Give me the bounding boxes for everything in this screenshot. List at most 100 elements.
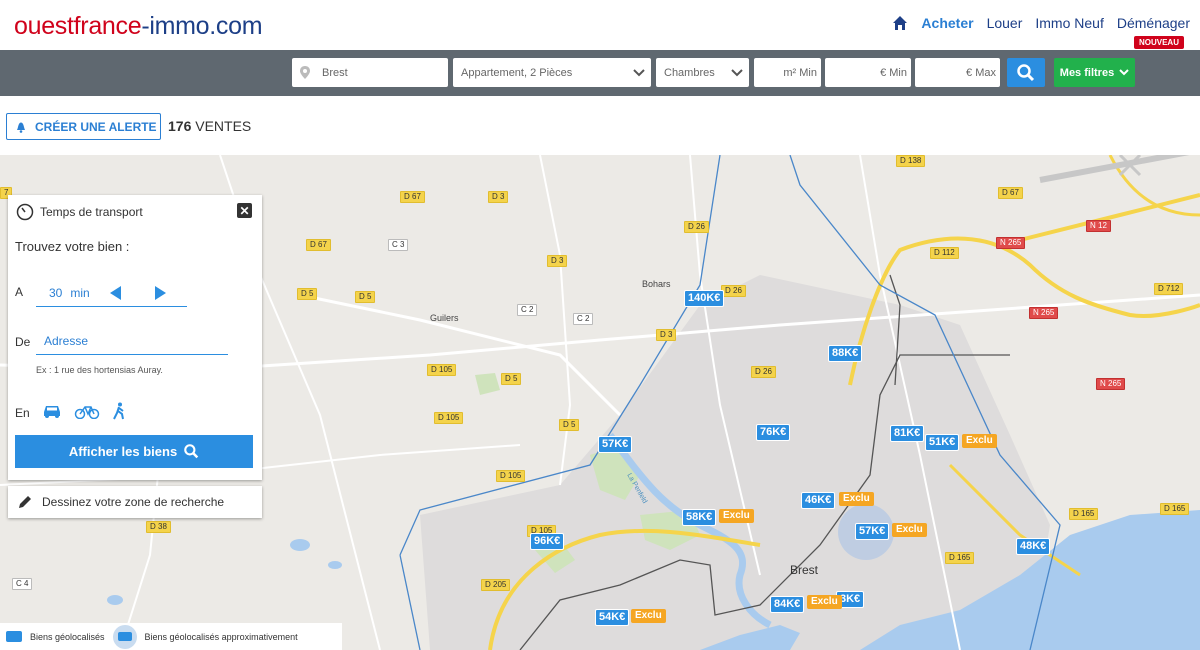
results-count: 176 VENTES bbox=[168, 118, 252, 134]
price-marker[interactable]: 57K€ bbox=[598, 436, 633, 453]
road-label: N 265 bbox=[1096, 378, 1126, 390]
location-input[interactable]: Brest bbox=[292, 58, 448, 87]
price-marker[interactable]: 51K€ bbox=[925, 434, 960, 451]
price-marker[interactable]: 57K€ bbox=[855, 523, 890, 540]
transport-time-panel: Temps de transport ✕ Trouvez votre bien … bbox=[8, 195, 262, 480]
price-marker[interactable]: 46K€ bbox=[801, 492, 836, 509]
road-label: D 712 bbox=[1154, 283, 1184, 295]
filters-button[interactable]: Mes filtres bbox=[1054, 58, 1135, 87]
increase-arrow-icon[interactable] bbox=[154, 285, 166, 300]
label-en: En bbox=[15, 406, 30, 420]
chevron-down-icon bbox=[1119, 69, 1129, 76]
price-marker[interactable]: 140K€ bbox=[684, 290, 725, 307]
price-max-input[interactable]: € Max bbox=[915, 58, 1000, 87]
address-example: Ex : 1 rue des hortensias Auray. bbox=[36, 365, 163, 375]
road-label: D 67 bbox=[400, 191, 425, 203]
search-bar: Brest Appartement, 2 Pièces Chambres m² … bbox=[0, 50, 1200, 96]
road-label: D 112 bbox=[930, 247, 959, 259]
label-de: De bbox=[15, 335, 31, 349]
show-properties-button[interactable]: Afficher les biens bbox=[15, 435, 253, 468]
exclu-badge[interactable]: Exclu bbox=[962, 434, 997, 448]
site-header: ouestfrance-immo.com Acheter Louer Immo … bbox=[0, 0, 1200, 50]
chevron-down-icon bbox=[731, 68, 743, 76]
exclu-badge[interactable]: Exclu bbox=[631, 609, 666, 623]
road-label: D 3 bbox=[547, 255, 568, 267]
road-label: D 38 bbox=[146, 521, 171, 533]
place-brest: Brest bbox=[790, 563, 819, 577]
bicycle-icon[interactable] bbox=[74, 403, 100, 419]
address-input[interactable]: Adresse bbox=[36, 329, 228, 355]
property-type-select[interactable]: Appartement, 2 Pièces bbox=[453, 58, 651, 87]
price-marker[interactable]: 84K€ bbox=[770, 596, 805, 613]
new-badge: NOUVEAU bbox=[1133, 36, 1184, 49]
road-label: C 2 bbox=[517, 304, 538, 316]
nav-immo-neuf[interactable]: Immo Neuf bbox=[1035, 15, 1103, 31]
road-label: D 105 bbox=[434, 412, 464, 424]
price-marker[interactable]: 81K€ bbox=[890, 425, 925, 442]
panel-header: Temps de transport bbox=[16, 203, 143, 221]
price-marker[interactable]: 48K€ bbox=[1016, 538, 1051, 555]
panel-subtitle: Trouvez votre bien : bbox=[15, 239, 130, 254]
car-icon[interactable] bbox=[42, 404, 62, 418]
price-marker[interactable]: 54K€ bbox=[595, 609, 630, 626]
road-label: D 165 bbox=[1069, 508, 1099, 520]
search-icon bbox=[184, 444, 199, 459]
decrease-arrow-icon[interactable] bbox=[109, 285, 121, 300]
road-label: D 105 bbox=[496, 470, 526, 482]
road-label: D 26 bbox=[684, 221, 709, 233]
road-label: N 265 bbox=[1029, 307, 1059, 319]
road-label: D 26 bbox=[751, 366, 776, 378]
map-legend: Biens géolocalisés Biens géolocalisés ap… bbox=[0, 623, 342, 650]
approx-marker-icon bbox=[112, 624, 137, 649]
road-label: D 205 bbox=[481, 579, 511, 591]
label-a: A bbox=[15, 285, 24, 299]
exclu-badge[interactable]: Exclu bbox=[892, 523, 927, 537]
pencil-icon bbox=[19, 496, 31, 508]
nav-acheter[interactable]: Acheter bbox=[921, 15, 973, 31]
price-marker[interactable]: 96K€ bbox=[530, 533, 565, 550]
location-pin-icon bbox=[300, 66, 310, 79]
create-alert-button[interactable]: CRÉER UNE ALERTE bbox=[6, 113, 161, 140]
place-guilers: Guilers bbox=[430, 313, 459, 323]
site-logo[interactable]: ouestfrance-immo.com bbox=[14, 12, 263, 41]
walking-icon[interactable] bbox=[112, 402, 126, 420]
top-nav: Acheter Louer Immo Neuf Déménager bbox=[892, 15, 1190, 31]
road-label: C 3 bbox=[388, 239, 409, 251]
road-label: D 5 bbox=[355, 291, 376, 303]
road-label: N 265 bbox=[996, 237, 1026, 249]
bell-icon bbox=[17, 122, 25, 133]
road-label: D 165 bbox=[1160, 503, 1190, 515]
road-label: D 138 bbox=[896, 155, 926, 167]
close-icon[interactable]: ✕ bbox=[237, 203, 252, 218]
chevron-down-icon bbox=[633, 68, 645, 76]
clock-icon bbox=[16, 203, 34, 221]
place-bohars: Bohars bbox=[642, 279, 671, 289]
road-label: D 105 bbox=[427, 364, 457, 376]
road-label: C 2 bbox=[573, 313, 594, 325]
exclu-badge[interactable]: Exclu bbox=[807, 595, 842, 609]
road-label: D 5 bbox=[501, 373, 522, 385]
draw-zone-button[interactable]: Dessinez votre zone de recherche bbox=[8, 486, 262, 518]
price-marker[interactable]: 88K€ bbox=[828, 345, 863, 362]
exclu-badge[interactable]: Exclu bbox=[839, 492, 874, 506]
road-label: D 5 bbox=[559, 419, 580, 431]
located-marker-icon bbox=[6, 631, 22, 642]
search-button[interactable] bbox=[1007, 58, 1045, 87]
rooms-select[interactable]: Chambres bbox=[656, 58, 749, 87]
road-label: C 4 bbox=[12, 578, 33, 590]
road-label: D 5 bbox=[297, 288, 318, 300]
price-marker[interactable]: 76K€ bbox=[756, 424, 791, 441]
road-label: D 67 bbox=[998, 187, 1023, 199]
road-label: D 26 bbox=[721, 285, 746, 297]
time-stepper[interactable]: 30 min bbox=[36, 279, 187, 307]
price-min-input[interactable]: € Min bbox=[825, 58, 911, 87]
search-icon bbox=[1017, 63, 1035, 81]
nav-louer[interactable]: Louer bbox=[987, 15, 1023, 31]
nav-demenager[interactable]: Déménager bbox=[1117, 15, 1190, 31]
price-marker[interactable]: 58K€ bbox=[682, 509, 717, 526]
home-icon[interactable] bbox=[892, 15, 908, 31]
road-label: D 3 bbox=[488, 191, 509, 203]
surface-min-input[interactable]: m² Min bbox=[754, 58, 821, 87]
road-label: D 67 bbox=[306, 239, 331, 251]
exclu-badge[interactable]: Exclu bbox=[719, 509, 754, 523]
